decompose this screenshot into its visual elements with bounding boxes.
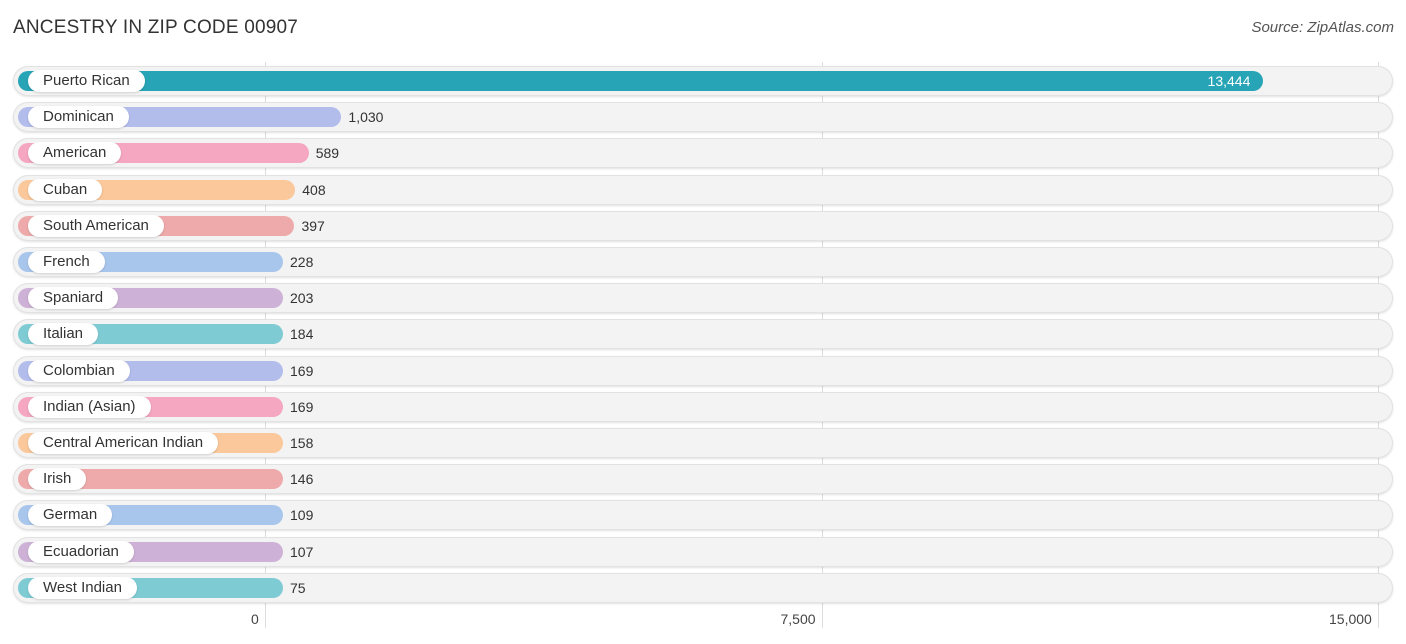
bar-label: South American xyxy=(28,214,164,237)
value-label: 158 xyxy=(290,435,314,451)
bar-label: American xyxy=(28,142,122,165)
bar-label: Italian xyxy=(28,323,99,346)
bar-label: Ecuadorian xyxy=(28,540,134,563)
value-label: 169 xyxy=(290,362,314,379)
x-tick-label: 15,000 xyxy=(1329,611,1372,627)
bar-label: Central American Indian xyxy=(28,432,219,454)
bar-label: Cuban xyxy=(28,178,103,201)
x-tick-label: 7,500 xyxy=(780,611,816,627)
value-label: 228 xyxy=(290,254,314,270)
value-label: 184 xyxy=(290,326,314,343)
value-label: 397 xyxy=(301,217,325,234)
bar-label: Colombian xyxy=(28,359,130,382)
value-label: 203 xyxy=(290,290,314,307)
value-label: 169 xyxy=(290,398,314,415)
value-label: 146 xyxy=(290,471,314,488)
bar-label: Puerto Rican xyxy=(28,70,145,92)
bar-label: Indian (Asian) xyxy=(28,395,151,418)
value-label: 109 xyxy=(290,507,314,524)
bar-label: Irish xyxy=(28,468,87,491)
value-label: 408 xyxy=(302,181,326,198)
value-label: 107 xyxy=(290,543,314,560)
bar-label: French xyxy=(28,251,105,273)
x-tick-label: 0 xyxy=(251,611,259,627)
value-label: 13,444 xyxy=(1207,73,1251,89)
value-label: 1,030 xyxy=(348,109,384,126)
bar xyxy=(18,71,1263,91)
value-label: 589 xyxy=(315,145,340,162)
bar-label: German xyxy=(28,504,113,527)
value-label: 75 xyxy=(290,579,306,596)
bar-label: Spaniard xyxy=(28,287,119,310)
bar-label: Dominican xyxy=(28,106,129,129)
bar-label: West Indian xyxy=(28,576,137,599)
bar-chart: Puerto Rican 13,444 Dominican 1,030 American… xyxy=(0,0,1406,644)
